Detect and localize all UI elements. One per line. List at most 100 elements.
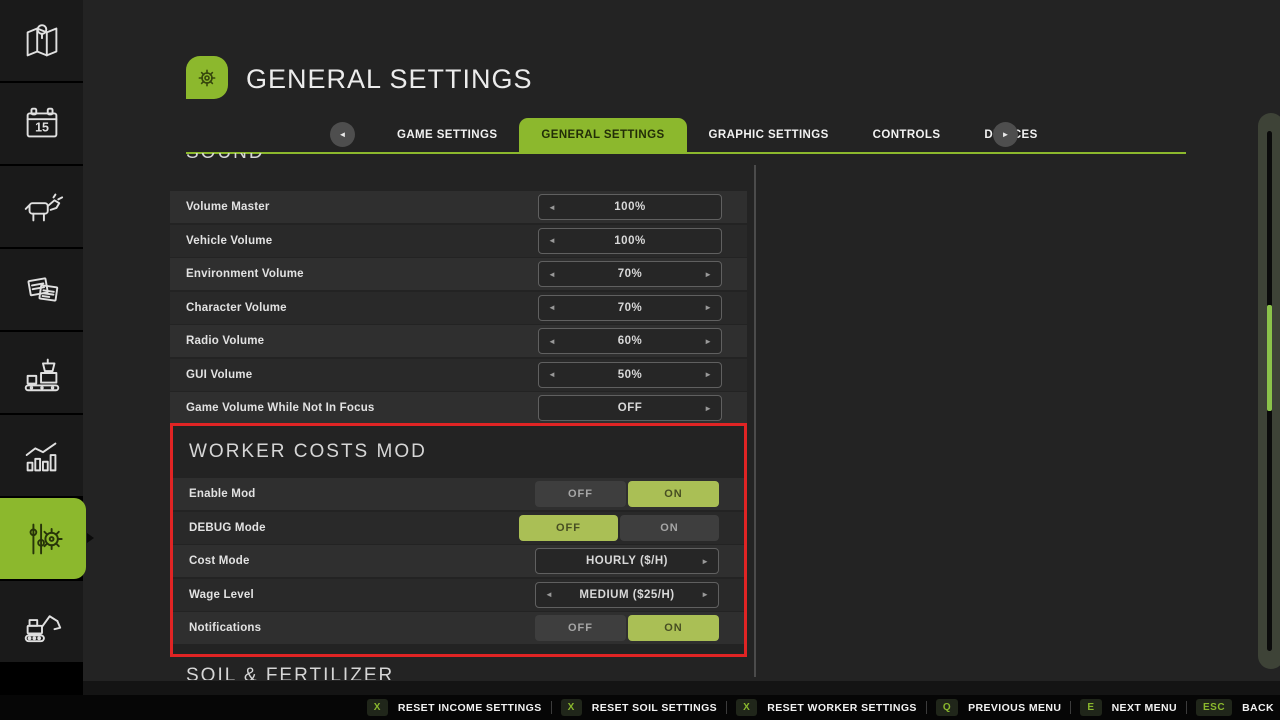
chevron-left-icon: ◄ <box>339 130 347 139</box>
key-esc-badge: ESC <box>1196 699 1232 716</box>
setting-row-character-volume[interactable]: Character Volume ◄ 70% ► <box>170 292 747 324</box>
enable-mod-toggle: OFF ON <box>535 481 719 507</box>
excavator-icon <box>19 599 65 645</box>
sidebar-item-contracts[interactable] <box>0 249 83 330</box>
setting-row-environment-volume[interactable]: Environment Volume ◄ 70% ► <box>170 258 747 290</box>
stepper-decrease-icon[interactable]: ◄ <box>548 195 556 219</box>
wage-level-stepper[interactable]: ◄ MEDIUM ($25/H) ► <box>535 582 719 608</box>
section-title-sound: SOUND <box>186 153 265 164</box>
tab-game-settings[interactable]: GAME SETTINGS <box>375 118 519 152</box>
sound-section-heading-clipped: SOUND <box>170 153 747 169</box>
stepper-value: 60% <box>618 335 643 347</box>
debug-mode-on-button[interactable]: ON <box>620 515 719 541</box>
enable-mod-on-button[interactable]: ON <box>628 481 719 507</box>
setting-row-gui-volume[interactable]: GUI Volume ◄ 50% ► <box>170 359 747 391</box>
debug-mode-toggle: OFF ON <box>519 515 719 541</box>
enable-mod-off-button[interactable]: OFF <box>535 481 626 507</box>
page-scrollbar[interactable] <box>1258 113 1280 669</box>
stepper-value: 70% <box>618 268 643 280</box>
game-volume-focus-stepper[interactable]: OFF ► <box>538 395 722 421</box>
stepper-increase-icon[interactable]: ► <box>704 363 712 387</box>
setting-label: GUI Volume <box>186 369 252 381</box>
setting-row-radio-volume[interactable]: Radio Volume ◄ 60% ► <box>170 325 747 357</box>
stepper-decrease-icon[interactable]: ◄ <box>548 229 556 253</box>
cow-icon <box>19 184 65 230</box>
stepper-increase-icon[interactable]: ► <box>704 396 712 420</box>
setting-label: Enable Mod <box>189 488 256 500</box>
tab-graphic-settings[interactable]: GRAPHIC SETTINGS <box>687 118 851 152</box>
tab-bar: ◄ GAME SETTINGS GENERAL SETTINGS GRAPHIC… <box>83 117 1280 153</box>
chevron-right-icon: ► <box>1002 130 1010 139</box>
character-volume-stepper[interactable]: ◄ 70% ► <box>538 295 722 321</box>
hint-next-menu[interactable]: E NEXT MENU <box>1080 699 1177 716</box>
setting-row-vehicle-volume[interactable]: Vehicle Volume ◄ 100% <box>170 225 747 257</box>
volume-master-stepper[interactable]: ◄ 100% <box>538 194 722 220</box>
stepper-decrease-icon[interactable]: ◄ <box>548 363 556 387</box>
stepper-increase-icon[interactable]: ► <box>701 549 709 573</box>
page-title-icon-badge <box>186 56 228 99</box>
hint-reset-soil-settings[interactable]: X RESET SOIL SETTINGS <box>561 699 717 716</box>
stepper-increase-icon[interactable]: ► <box>704 262 712 286</box>
settings-list-scrollbar-track[interactable] <box>754 165 756 677</box>
stepper-increase-icon[interactable]: ► <box>704 296 712 320</box>
section-title-worker-costs-mod: WORKER COSTS MOD <box>189 441 427 463</box>
tabs-prev-button[interactable]: ◄ <box>330 122 355 147</box>
sidebar-item-production[interactable] <box>0 332 83 413</box>
hint-reset-worker-settings[interactable]: X RESET WORKER SETTINGS <box>736 699 917 716</box>
setting-row-notifications[interactable]: Notifications OFF ON <box>173 612 744 644</box>
sidebar-item-statistics[interactable] <box>0 415 83 496</box>
stepper-value: MEDIUM ($25/H) <box>579 589 674 601</box>
hint-separator <box>1186 701 1187 714</box>
environment-volume-stepper[interactable]: ◄ 70% ► <box>538 261 722 287</box>
notifications-off-button[interactable]: OFF <box>535 615 626 641</box>
sidebar-item-map[interactable] <box>0 0 83 81</box>
page-title: GENERAL SETTINGS <box>246 64 533 95</box>
vehicle-volume-stepper[interactable]: ◄ 100% <box>538 228 722 254</box>
hint-label: BACK <box>1242 702 1274 714</box>
key-q-badge: Q <box>936 699 958 716</box>
setting-row-volume-master[interactable]: Volume Master ◄ 100% <box>170 191 747 223</box>
setting-label: Cost Mode <box>189 555 250 567</box>
radio-volume-stepper[interactable]: ◄ 60% ► <box>538 328 722 354</box>
hint-previous-menu[interactable]: Q PREVIOUS MENU <box>936 699 1062 716</box>
cost-mode-stepper[interactable]: HOURLY ($/H) ► <box>535 548 719 574</box>
key-x-badge: X <box>736 699 757 716</box>
stepper-decrease-icon[interactable]: ◄ <box>545 583 553 607</box>
setting-label: Vehicle Volume <box>186 235 272 247</box>
map-icon <box>19 18 65 64</box>
stepper-increase-icon[interactable]: ► <box>704 329 712 353</box>
setting-row-wage-level[interactable]: Wage Level ◄ MEDIUM ($25/H) ► <box>173 579 744 611</box>
setting-label: Volume Master <box>186 201 270 213</box>
setting-row-cost-mode[interactable]: Cost Mode HOURLY ($/H) ► <box>173 545 744 577</box>
key-x-badge: X <box>367 699 388 716</box>
contracts-icon <box>19 267 65 313</box>
hint-reset-income-settings[interactable]: X RESET INCOME SETTINGS <box>367 699 542 716</box>
stepper-value: OFF <box>618 402 643 414</box>
key-x-badge: X <box>561 699 582 716</box>
stepper-increase-icon[interactable]: ► <box>701 583 709 607</box>
notifications-on-button[interactable]: ON <box>628 615 719 641</box>
hint-back[interactable]: ESC BACK <box>1196 699 1274 716</box>
setting-label: Wage Level <box>189 589 254 601</box>
sidebar-item-construction[interactable] <box>0 581 83 662</box>
setting-label: Environment Volume <box>186 268 304 280</box>
setting-row-debug-mode[interactable]: DEBUG Mode OFF ON <box>173 512 744 544</box>
setting-row-game-volume-focus[interactable]: Game Volume While Not In Focus OFF ► <box>170 392 747 424</box>
sidebar-item-calendar[interactable]: 15 <box>0 83 83 164</box>
calendar-icon: 15 <box>19 101 65 147</box>
setting-label: Character Volume <box>186 302 287 314</box>
stepper-decrease-icon[interactable]: ◄ <box>548 296 556 320</box>
sidebar-item-animals[interactable] <box>0 166 83 247</box>
gui-volume-stepper[interactable]: ◄ 50% ► <box>538 362 722 388</box>
hint-label: PREVIOUS MENU <box>968 702 1061 714</box>
tabs-next-button[interactable]: ► <box>993 122 1018 147</box>
sidebar-item-settings[interactable] <box>0 498 86 579</box>
debug-mode-off-button[interactable]: OFF <box>519 515 618 541</box>
stepper-decrease-icon[interactable]: ◄ <box>548 329 556 353</box>
setting-row-enable-mod[interactable]: Enable Mod OFF ON <box>173 478 744 510</box>
tab-general-settings[interactable]: GENERAL SETTINGS <box>519 118 686 152</box>
page-scrollbar-thumb[interactable] <box>1267 305 1272 411</box>
tab-controls[interactable]: CONTROLS <box>851 118 963 152</box>
statistics-icon <box>19 433 65 479</box>
stepper-decrease-icon[interactable]: ◄ <box>548 262 556 286</box>
